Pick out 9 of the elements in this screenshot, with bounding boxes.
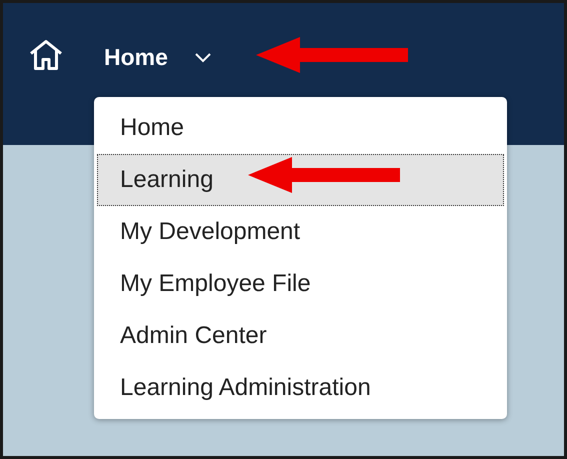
menu-item[interactable]: My Development (97, 206, 504, 258)
chevron-icon (194, 51, 212, 63)
menu-item[interactable]: Learning Administration (97, 362, 504, 414)
home-button[interactable] (28, 37, 64, 73)
menu-item[interactable]: Home (97, 102, 504, 154)
menu-item[interactable]: Admin Center (97, 310, 504, 362)
menu-item[interactable]: My Employee File (97, 258, 504, 310)
page-menu-button[interactable]: Home (104, 37, 212, 77)
home-icon (28, 37, 64, 73)
